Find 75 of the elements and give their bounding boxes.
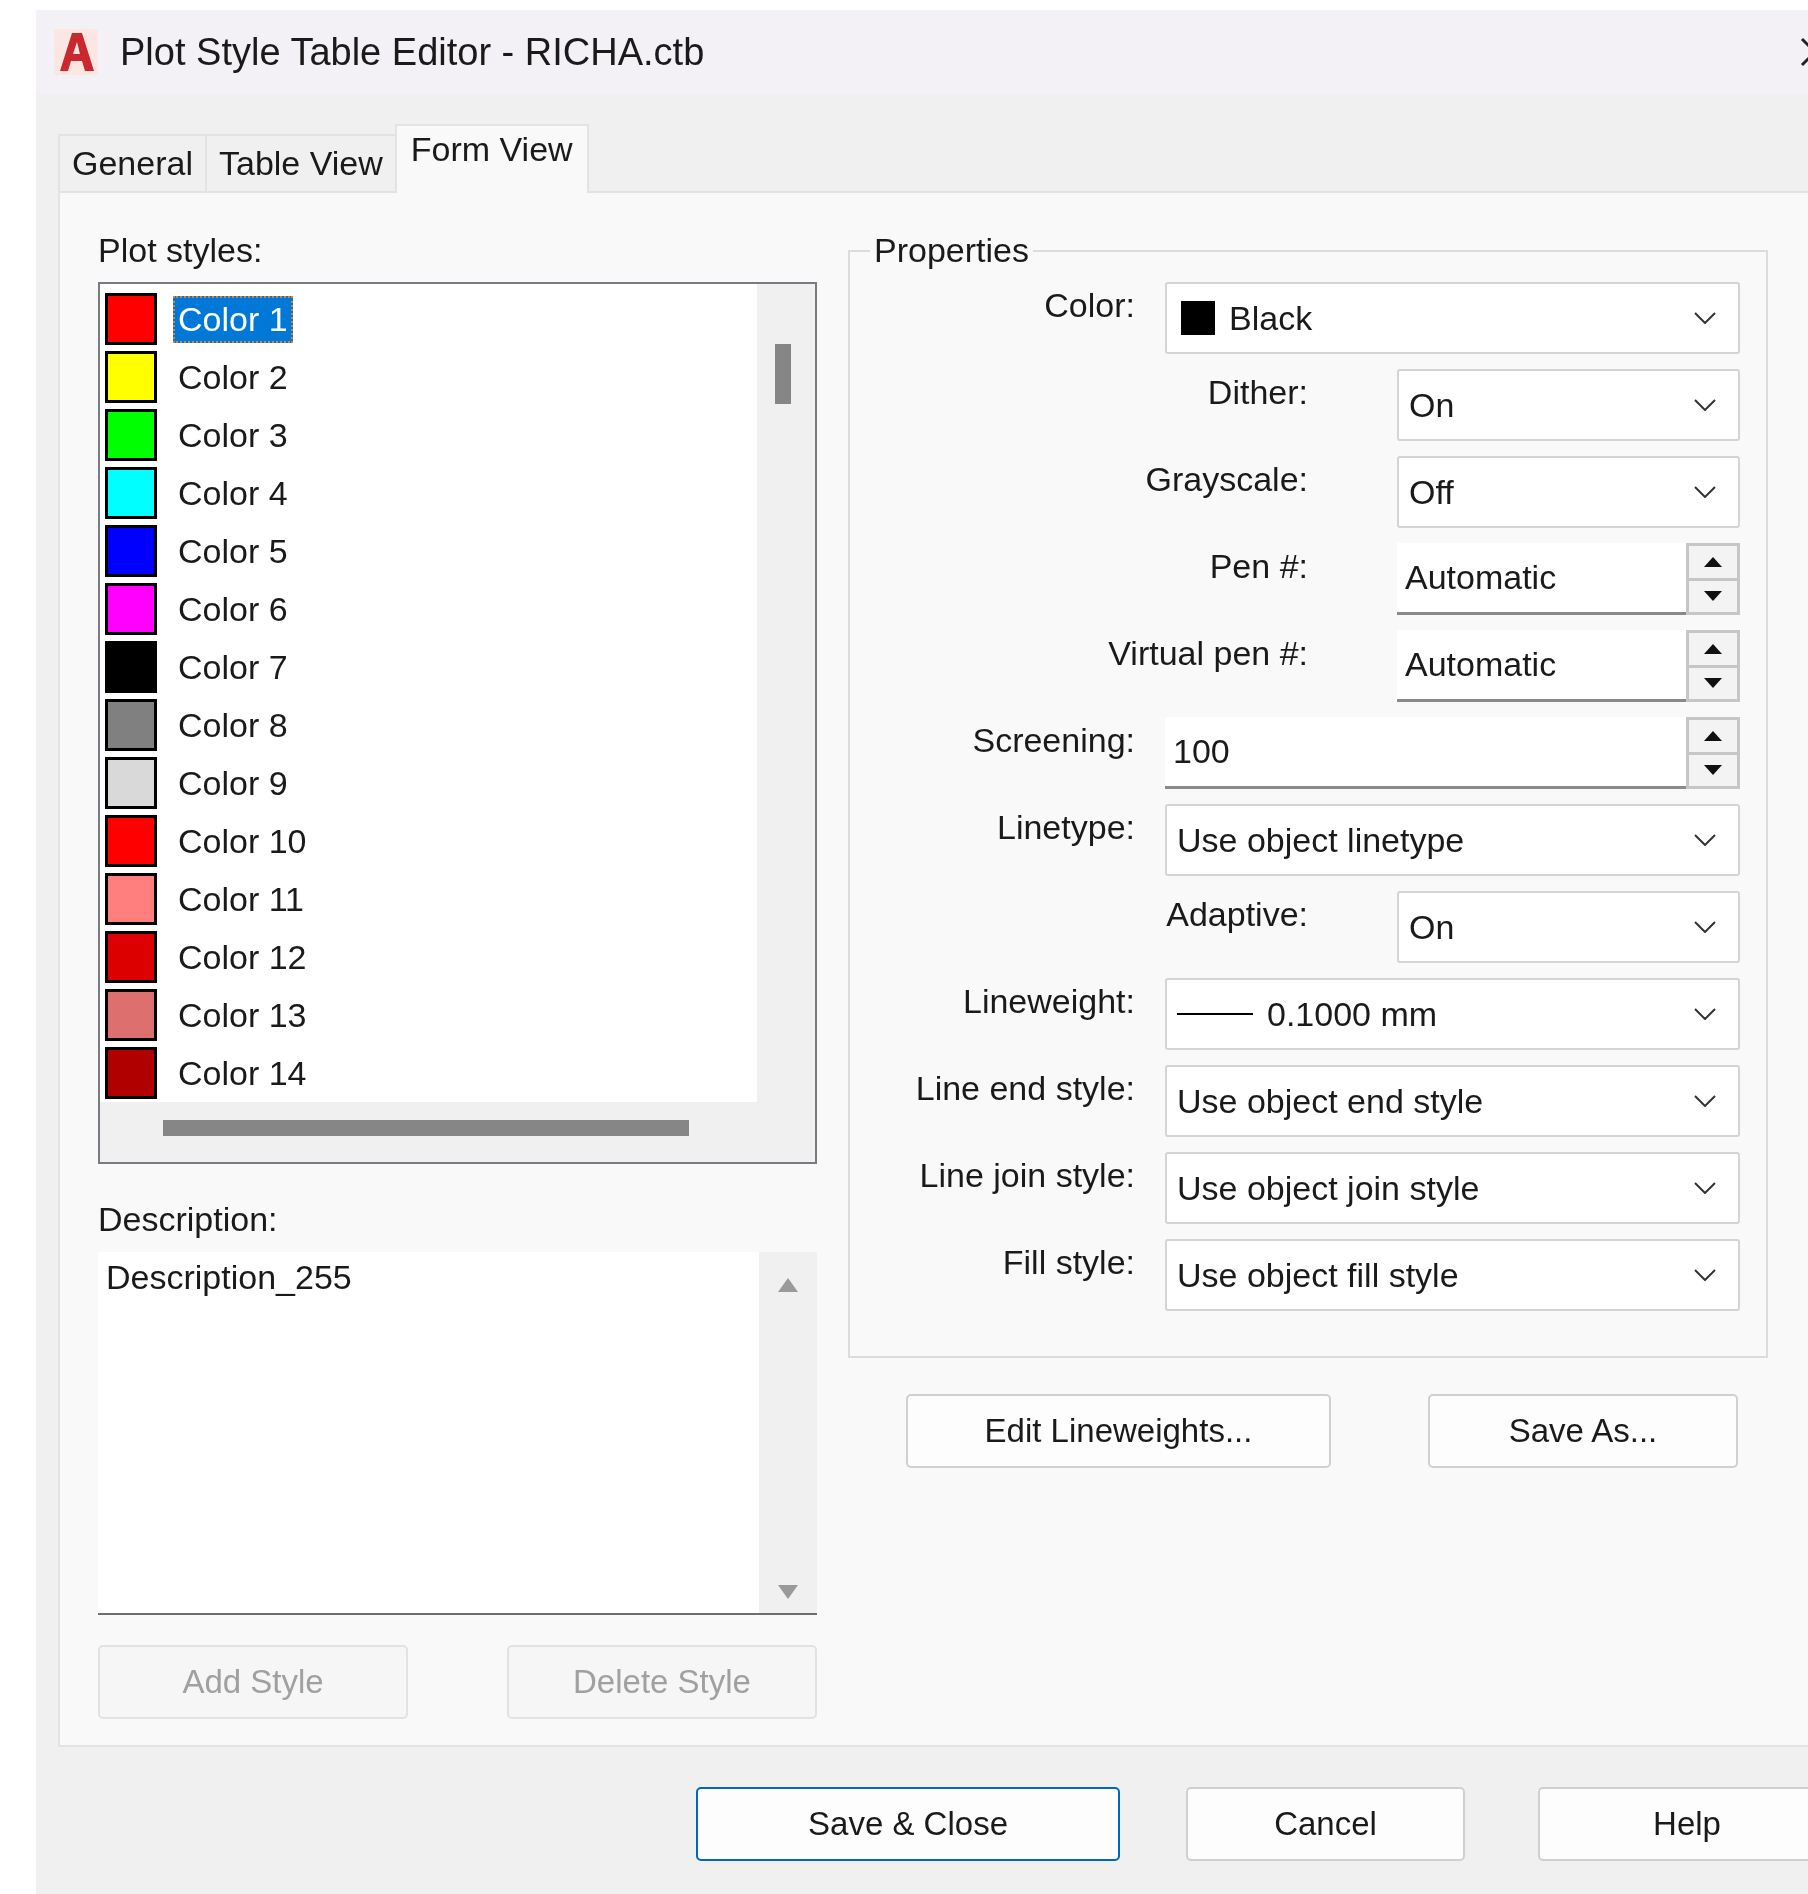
tab[interactable]: General: [58, 134, 207, 191]
scrollbar-thumb[interactable]: [163, 1120, 689, 1136]
window-title: Plot Style Table Editor - RICHA.ctb: [120, 30, 706, 74]
number-field[interactable]: Automatic: [1397, 630, 1686, 702]
arrow-down-icon: [1704, 591, 1722, 602]
chevron-down-icon: [1694, 1269, 1716, 1281]
field-label: Adaptive:: [1166, 894, 1308, 934]
field-label: Lineweight:: [963, 981, 1135, 1021]
list-item[interactable]: Color 14: [173, 1049, 312, 1097]
arrow-down-icon: [1704, 678, 1722, 689]
help-button[interactable]: Help: [1538, 1787, 1808, 1861]
edit-lineweights-button[interactable]: Edit Lineweights...: [906, 1394, 1331, 1468]
tab[interactable]: Form View: [394, 124, 589, 193]
dropdown[interactable]: 0.1000 mm: [1165, 978, 1740, 1050]
group-title: Properties: [873, 231, 1030, 270]
chevron-down-icon: [1694, 921, 1716, 933]
list-item[interactable]: Color 12: [173, 933, 312, 981]
spin-up-button[interactable]: [1689, 720, 1737, 752]
list-item[interactable]: Color 11: [173, 875, 309, 923]
chevron-down-icon: [1694, 1095, 1716, 1107]
chevron-down-icon: [1694, 1182, 1716, 1194]
field-label: Screening:: [972, 720, 1135, 760]
list-item[interactable]: Color 13: [173, 991, 312, 1039]
arrow-up-icon: [1704, 730, 1722, 741]
field-label: Color:: [1044, 285, 1135, 325]
app-logo-icon: [54, 29, 98, 75]
list-item[interactable]: Color 9: [173, 759, 293, 807]
list-label: Plot styles:: [98, 231, 264, 271]
list-item[interactable]: Color 1: [173, 295, 293, 343]
dropdown[interactable]: Black: [1165, 282, 1740, 354]
chevron-down-icon: [1694, 486, 1716, 498]
dropdown[interactable]: On: [1397, 891, 1740, 963]
field-label: Virtual pen #:: [1108, 633, 1308, 673]
list-item[interactable]: Color 6: [173, 585, 293, 633]
dropdown[interactable]: Use object linetype: [1165, 804, 1740, 876]
cancel-button[interactable]: Cancel: [1186, 1787, 1466, 1861]
list-item[interactable]: Color 5: [173, 527, 293, 575]
save-and-close-button[interactable]: Save & Close: [696, 1787, 1121, 1861]
spin-up-button[interactable]: [1689, 633, 1737, 665]
list-item[interactable]: Color 7: [173, 643, 293, 691]
list-item[interactable]: Color 10: [173, 817, 312, 865]
line-sample-icon: [1177, 1012, 1253, 1016]
field-label: Line join style:: [919, 1155, 1135, 1195]
dropdown[interactable]: Use object join style: [1165, 1152, 1740, 1224]
arrow-down-icon: [1704, 765, 1722, 776]
list-item[interactable]: Color 3: [173, 411, 293, 459]
chevron-down-icon: [1694, 834, 1716, 846]
number-field[interactable]: Automatic: [1397, 543, 1686, 615]
field-label: Pen #:: [1209, 546, 1308, 586]
scrollbar-thumb[interactable]: [775, 344, 791, 404]
field-label: Dither:: [1207, 372, 1308, 412]
number-field[interactable]: 100: [1165, 717, 1686, 789]
list-item[interactable]: Color 8: [173, 701, 293, 749]
field-label: Linetype:: [997, 807, 1135, 847]
save-as-button[interactable]: Save As...: [1428, 1394, 1738, 1468]
list-item[interactable]: Color 4: [173, 469, 293, 517]
chevron-down-icon: [1694, 399, 1716, 411]
arrow-up-icon: [1704, 556, 1722, 567]
dropdown[interactable]: Use object fill style: [1165, 1239, 1740, 1311]
dropdown[interactable]: On: [1397, 369, 1740, 441]
field-label: Fill style:: [1002, 1242, 1135, 1282]
field-label: Line end style:: [915, 1068, 1135, 1108]
chevron-down-icon: [1694, 1008, 1716, 1020]
chevron-down-icon: [1694, 312, 1716, 324]
dropdown[interactable]: Use object end style: [1165, 1065, 1740, 1137]
arrow-up-icon: [1704, 643, 1722, 654]
list-item[interactable]: Color 2: [173, 353, 293, 401]
spin-down-button[interactable]: [1689, 754, 1737, 786]
field-label: Grayscale:: [1145, 459, 1308, 499]
dropdown[interactable]: Off: [1397, 456, 1740, 528]
spin-up-button[interactable]: [1689, 546, 1737, 578]
description-field[interactable]: Description_255: [98, 1252, 759, 1613]
spin-down-button[interactable]: [1689, 580, 1737, 612]
description-label: Description:: [98, 1200, 279, 1240]
spin-down-button[interactable]: [1689, 667, 1737, 699]
